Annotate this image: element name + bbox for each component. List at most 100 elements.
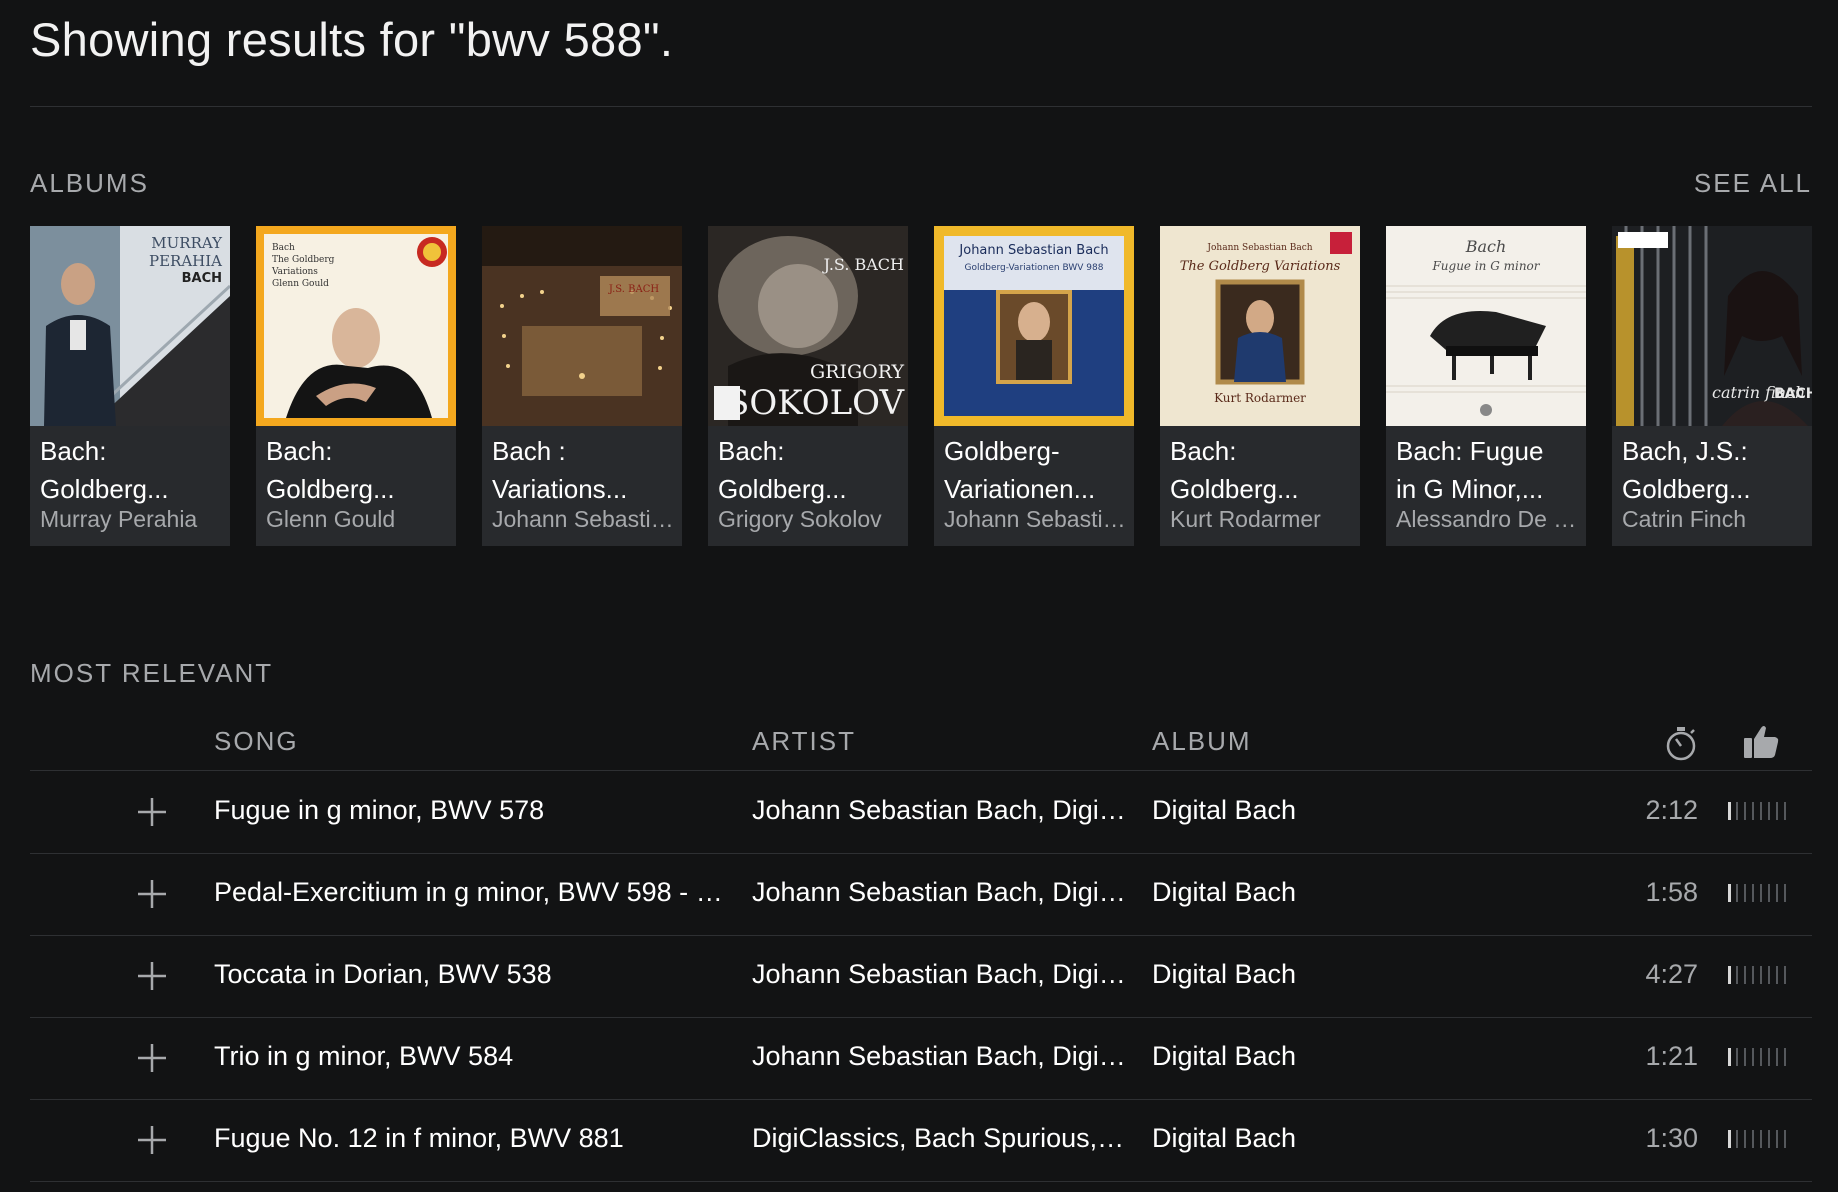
albums-section-label: ALBUMS xyxy=(30,168,149,198)
popularity-tick xyxy=(1768,802,1770,820)
popularity-tick xyxy=(1752,966,1754,984)
tracks-table-header: SONG ARTIST ALBUM xyxy=(30,720,1812,770)
album-artist[interactable]: Alessandro De Luca xyxy=(1396,506,1582,533)
table-row[interactable]: Trio in g minor, BWV 584 Johann Sebastia… xyxy=(30,1017,1812,1100)
table-row[interactable]: Fugue in g minor, BWV 578 Johann Sebasti… xyxy=(30,771,1812,854)
add-track-button[interactable] xyxy=(134,958,170,994)
album-cover-sokolov: J.S. BACH GRIGORY SOKOLOV xyxy=(708,226,908,426)
album-artist[interactable]: Johann Sebastian Bach xyxy=(492,506,678,533)
track-artist[interactable]: Johann Sebastian Bach, Digital Bach xyxy=(752,795,1128,826)
table-row[interactable]: Pedal-Exercitium in g minor, BWV 598 - C… xyxy=(30,853,1812,936)
popularity-tick xyxy=(1784,1048,1786,1066)
popularity-tick xyxy=(1776,1130,1778,1148)
album-card-rodarmer[interactable]: Johann Sebastian Bach The Goldberg Varia… xyxy=(1160,226,1360,546)
track-duration: 1:30 xyxy=(1645,1123,1698,1153)
track-song: Fugue in g minor, BWV 578 xyxy=(214,795,545,825)
album-card-fugue-g-minor[interactable]: Bach Fugue in G minor Bach: Fugue in G M… xyxy=(1386,226,1586,546)
track-artist[interactable]: DigiClassics, Bach Spurious, Digital Bac… xyxy=(752,1123,1128,1154)
popularity-tick xyxy=(1760,802,1762,820)
album-card-catrin-finch[interactable]: catrin finch BACH Bach, J.S.: Goldberg..… xyxy=(1612,226,1812,546)
plus-icon xyxy=(138,798,166,826)
album-artist[interactable]: Grigory Sokolov xyxy=(718,506,904,533)
most-relevant-section-label: MOST RELEVANT xyxy=(30,658,274,688)
popularity-tick xyxy=(1736,1130,1738,1148)
column-header-song[interactable]: SONG xyxy=(214,726,299,757)
popularity-tick xyxy=(1736,802,1738,820)
popularity-tick xyxy=(1768,1130,1770,1148)
track-artist[interactable]: Johann Sebastian Bach, Digital Bach xyxy=(752,959,1128,990)
album-cover-variations: J.S. BACH xyxy=(482,226,682,426)
cover-text: Bach xyxy=(1465,237,1507,256)
add-track-button[interactable] xyxy=(134,876,170,912)
album-card-goldberg-variationen[interactable]: Johann Sebastian Bach Goldberg-Variation… xyxy=(934,226,1134,546)
track-artist[interactable]: Johann Sebastian Bach, Digital Bach xyxy=(752,1041,1128,1072)
track-song: Fugue No. 12 in f minor, BWV 881 xyxy=(214,1123,624,1153)
add-track-button[interactable] xyxy=(134,1122,170,1158)
track-duration: 2:12 xyxy=(1645,795,1698,825)
track-song: Pedal-Exercitium in g minor, BWV 598 - C… xyxy=(214,877,734,907)
track-duration: 1:21 xyxy=(1645,1041,1698,1071)
album-artist[interactable]: Johann Sebastian Bach xyxy=(944,506,1130,533)
album-artist[interactable]: Kurt Rodarmer xyxy=(1170,506,1356,533)
popularity-tick xyxy=(1784,884,1786,902)
add-track-button[interactable] xyxy=(134,794,170,830)
track-artist[interactable]: Johann Sebastian Bach, Digital Bach xyxy=(752,877,1128,908)
plus-icon xyxy=(138,962,166,990)
album-title: Bach : Variations... xyxy=(492,436,628,504)
column-header-artist[interactable]: ARTIST xyxy=(752,726,856,757)
popularity-tick xyxy=(1736,1048,1738,1066)
cover-text: Goldberg-Variationen BWV 988 xyxy=(965,263,1104,273)
thumbs-up-icon[interactable] xyxy=(1742,724,1780,760)
album-card-variations[interactable]: J.S. BACH Bach : Variations... Johann Se… xyxy=(482,226,682,546)
track-album[interactable]: Digital Bach xyxy=(1152,795,1512,826)
track-album[interactable]: Digital Bach xyxy=(1152,1041,1512,1072)
add-track-button[interactable] xyxy=(134,1040,170,1076)
column-header-album[interactable]: ALBUM xyxy=(1152,726,1252,757)
album-cover-gould: Bach The Goldberg Variations Glenn Gould xyxy=(256,226,456,426)
cover-text: The Goldberg xyxy=(272,255,335,265)
track-album[interactable]: Digital Bach xyxy=(1152,1123,1512,1154)
popularity-tick xyxy=(1768,884,1770,902)
cover-text: J.S. BACH xyxy=(822,255,904,274)
album-title: Bach: Goldberg... xyxy=(266,436,395,504)
popularity-tick xyxy=(1784,802,1786,820)
cover-text: J.S. BACH xyxy=(608,284,659,295)
stopwatch-icon[interactable] xyxy=(1664,724,1698,762)
popularity-tick xyxy=(1776,966,1778,984)
cover-text: The Goldberg Variations xyxy=(1180,259,1341,274)
cover-text: Johann Sebastian Bach xyxy=(1206,243,1312,253)
albums-row: MURRAY PERAHIA BACH Bach: Goldberg... Mu… xyxy=(30,226,1812,546)
cover-text: BACH xyxy=(182,271,222,286)
see-all-albums-link[interactable]: SEE ALL xyxy=(1694,168,1812,199)
track-album[interactable]: Digital Bach xyxy=(1152,877,1512,908)
popularity-tick xyxy=(1760,1130,1762,1148)
album-cover-catrin-finch: catrin finch BACH xyxy=(1612,226,1812,426)
album-card-gould[interactable]: Bach The Goldberg Variations Glenn Gould… xyxy=(256,226,456,546)
popularity-tick xyxy=(1752,1130,1754,1148)
track-duration: 1:58 xyxy=(1645,877,1698,907)
album-title: Bach: Fugue in G Minor,... xyxy=(1396,436,1544,504)
album-artist[interactable]: Murray Perahia xyxy=(40,506,226,533)
popularity-bar xyxy=(1728,1048,1792,1066)
album-artist[interactable]: Catrin Finch xyxy=(1622,506,1808,533)
popularity-tick xyxy=(1744,1048,1746,1066)
popularity-tick xyxy=(1776,802,1778,820)
plus-icon xyxy=(138,880,166,908)
popularity-tick xyxy=(1784,966,1786,984)
album-title: Bach, J.S.: Goldberg... xyxy=(1622,436,1751,504)
table-row[interactable]: Toccata in Dorian, BWV 538 Johann Sebast… xyxy=(30,935,1812,1018)
album-title: Bach: Goldberg... xyxy=(718,436,847,504)
table-row[interactable]: Fugue No. 12 in f minor, BWV 881 DigiCla… xyxy=(30,1099,1812,1182)
popularity-tick xyxy=(1728,802,1731,820)
album-artist[interactable]: Glenn Gould xyxy=(266,506,452,533)
album-card-perahia[interactable]: MURRAY PERAHIA BACH Bach: Goldberg... Mu… xyxy=(30,226,230,546)
cover-text: Fugue in G minor xyxy=(1431,259,1540,273)
track-album[interactable]: Digital Bach xyxy=(1152,959,1512,990)
popularity-tick xyxy=(1728,1130,1731,1148)
popularity-tick xyxy=(1768,1048,1770,1066)
cover-text: Kurt Rodarmer xyxy=(1214,391,1306,405)
album-cover-rodarmer: Johann Sebastian Bach The Goldberg Varia… xyxy=(1160,226,1360,426)
album-card-sokolov[interactable]: J.S. BACH GRIGORY SOKOLOV Bach: Goldberg… xyxy=(708,226,908,546)
plus-icon xyxy=(138,1126,166,1154)
cover-text: GRIGORY xyxy=(810,361,904,383)
